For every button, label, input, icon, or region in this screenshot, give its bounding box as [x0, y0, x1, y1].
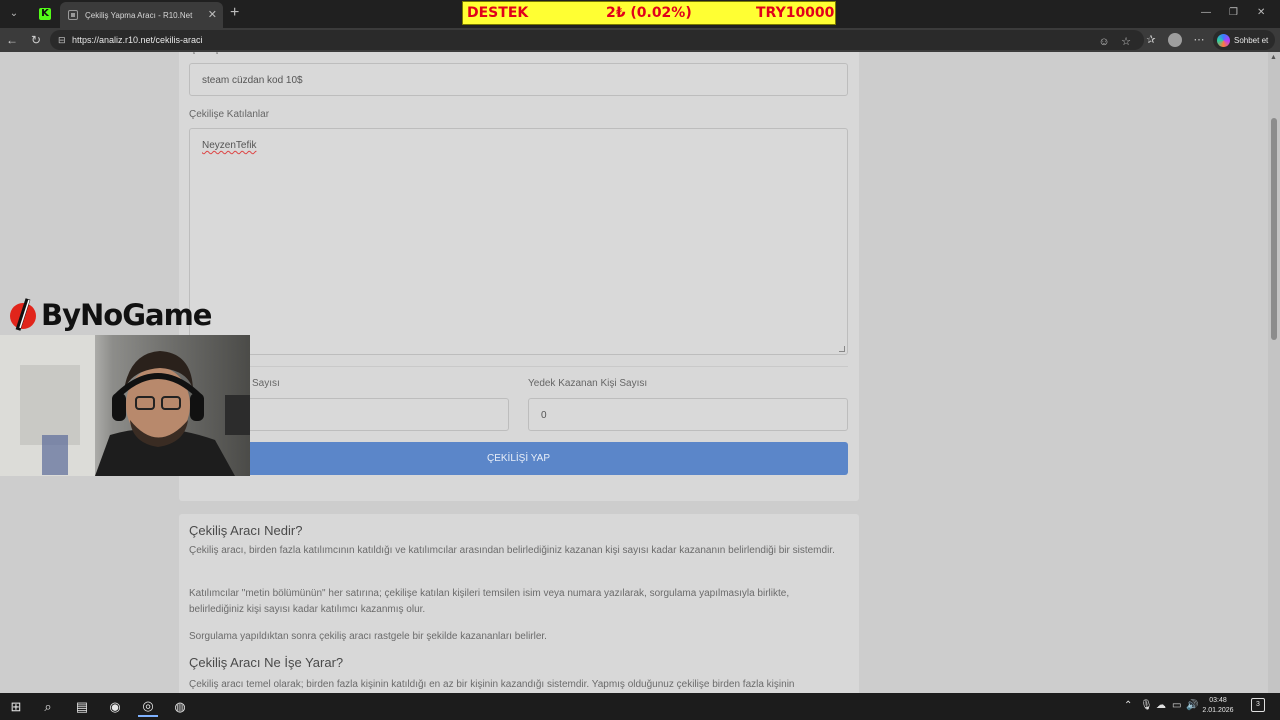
ticker-left-text: DESTEK	[467, 5, 529, 21]
restore-icon[interactable]: ❐	[1229, 6, 1238, 20]
info-paragraph-1: Çekiliş aracı, birden fazla katılımcının…	[189, 545, 835, 556]
reader-mode-icon[interactable]: ☺	[1097, 34, 1111, 50]
obs-app-icon[interactable]: ◎	[138, 697, 158, 717]
windows-start-icon[interactable]: ⊞	[6, 697, 26, 717]
scroll-thumb[interactable]	[1271, 118, 1277, 340]
clock-time: 03:48	[1209, 697, 1227, 704]
sponsor-logo: ByNoGame	[8, 296, 212, 334]
backup-winner-label: Yedek Kazanan Kişi Sayısı	[528, 378, 648, 389]
pinned-tab-kick[interactable]: K	[34, 4, 56, 24]
tab-close-icon[interactable]: ✕	[208, 8, 217, 22]
tab-actions-chevron-icon[interactable]: ⌄	[6, 6, 22, 22]
more-options-icon[interactable]: ⋯	[1192, 32, 1206, 48]
prize-input[interactable]: steam cüzdan kod 10$	[189, 63, 848, 96]
backup-winner-input[interactable]: 0	[528, 398, 848, 431]
participants-text: NeyzenTefik	[202, 140, 257, 151]
participants-textarea[interactable]: NeyzenTefik	[189, 128, 848, 355]
address-bar[interactable]: ⊟ https://analiz.r10.net/cekilis-araci ☺…	[50, 30, 1144, 50]
cloud-icon[interactable]: ☁	[1156, 700, 1166, 712]
edge-browser-icon[interactable]: ◉	[105, 697, 125, 717]
search-icon[interactable]: ⌕	[38, 697, 58, 717]
page-favicon-icon	[68, 10, 78, 20]
favorites-list-icon[interactable]: ✰	[1144, 32, 1158, 48]
copilot-label: Sohbet et	[1234, 35, 1269, 45]
back-arrow-icon[interactable]: ←	[4, 32, 20, 48]
info-heading-purpose: Çekiliş Aracı Ne İşe Yarar?	[189, 655, 344, 670]
tray-overflow-chevron-icon[interactable]: ⌃	[1124, 700, 1132, 712]
webcam-feed	[0, 335, 250, 476]
close-window-icon[interactable]: ✕	[1257, 6, 1265, 20]
profile-avatar[interactable]	[1168, 33, 1182, 47]
draw-submit-button[interactable]: ÇEKİLİŞİ YAP	[189, 442, 848, 475]
copilot-chat-button[interactable]: Sohbet et	[1213, 30, 1275, 50]
file-explorer-icon[interactable]: ▤	[72, 697, 92, 717]
network-icon[interactable]: ▭	[1172, 700, 1181, 712]
streaming-app-icon[interactable]: ◍	[170, 697, 190, 717]
browser-toolbar: ← ↻ ⊟ https://analiz.r10.net/cekilis-ara…	[0, 28, 1280, 52]
page-scrollbar[interactable]: ▲	[1268, 52, 1280, 693]
notifications-icon[interactable]: 3	[1251, 698, 1265, 712]
tab-title: Çekiliş Yapma Aracı - R10.Net	[85, 10, 193, 20]
info-heading-what: Çekiliş Aracı Nedir?	[189, 523, 303, 538]
ticker-middle-text: 2₺ (0.02%)	[606, 5, 692, 21]
brand-text: ByNoGame	[41, 298, 212, 332]
site-info-icon[interactable]: ⊟	[58, 34, 68, 46]
volume-icon[interactable]: 🔊	[1186, 700, 1198, 712]
system-clock[interactable]: 03:48 2.01.2026	[1198, 696, 1238, 716]
participants-label: Çekilişe Katılanlar	[189, 109, 270, 120]
tab-active[interactable]: Çekiliş Yapma Aracı - R10.Net ✕	[60, 2, 223, 28]
browser-tab-bar: ⌄ K Çekiliş Yapma Aracı - R10.Net ✕ + DE…	[0, 0, 1280, 28]
info-paragraph-2: Katılımcılar "metin bölümünün" her satır…	[189, 588, 790, 615]
clock-date: 2.01.2026	[1202, 707, 1234, 714]
resize-handle-icon[interactable]	[839, 346, 845, 352]
ticker-right-text: TRY10000	[756, 5, 835, 21]
copilot-icon	[1217, 33, 1230, 47]
info-paragraph-4: Çekiliş aracı temel olarak; birden fazla…	[189, 679, 795, 690]
bynogame-logo-icon	[8, 298, 38, 332]
kick-logo-icon: K	[39, 8, 51, 20]
url-text: https://analiz.r10.net/cekilis-araci	[72, 35, 203, 45]
favorite-star-icon[interactable]: ☆	[1119, 34, 1133, 50]
winner-count-label: Sayısı	[252, 378, 280, 389]
scroll-up-arrow-icon[interactable]: ▲	[1270, 54, 1277, 61]
donation-ticker: DESTEK 2₺ (0.02%) TRY10000	[462, 1, 836, 25]
refresh-icon[interactable]: ↻	[28, 32, 44, 48]
minimize-icon[interactable]: —	[1201, 6, 1211, 20]
info-paragraph-3: Sorgulama yapıldıktan sonra çekiliş arac…	[189, 631, 547, 642]
microphone-icon[interactable]: 🎙	[1140, 700, 1153, 712]
windows-taskbar: ⊞ ⌕ ▤ ◉ ◎ ◍ ⌃ 🎙 ☁ ▭ 🔊 03:48 2.01.2026 3	[0, 693, 1280, 720]
new-tab-plus-icon[interactable]: +	[230, 4, 239, 22]
prize-label-cut: Çekiliş Ödülü	[190, 52, 249, 55]
section-divider	[189, 366, 848, 367]
